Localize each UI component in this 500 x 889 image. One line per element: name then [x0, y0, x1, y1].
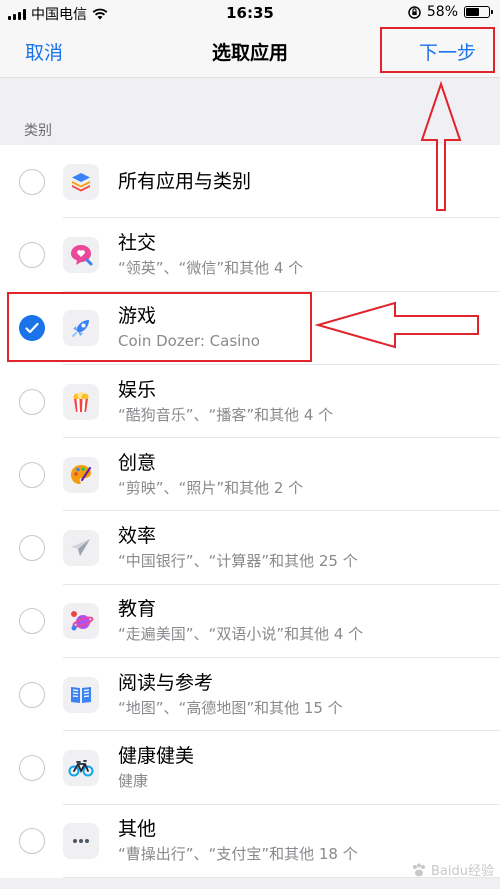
category-subtitle: “走遍美国”、“双语小说”和其他 4 个	[118, 625, 364, 644]
planet-icon	[63, 603, 99, 640]
radio-unchecked[interactable]	[19, 461, 45, 488]
category-row[interactable]: 效率 “中国银行”、“计算器”和其他 25 个	[0, 511, 500, 585]
annotation-box-game	[7, 292, 312, 362]
section-header: 类别	[0, 78, 500, 145]
bicycle-icon	[63, 750, 99, 787]
category-name: 所有应用与类别	[118, 170, 252, 193]
radio-unchecked[interactable]	[19, 168, 45, 195]
book-icon	[63, 676, 99, 713]
category-texts: 社交 “领英”、“微信”和其他 4 个	[118, 231, 490, 279]
category-name: 效率	[118, 525, 157, 548]
category-subtitle: 健康	[118, 772, 149, 791]
bottom-spacer	[0, 878, 500, 889]
paw-icon	[413, 863, 425, 876]
chat-heart-icon	[63, 236, 99, 273]
category-row[interactable]: 娱乐 “酷狗音乐”、“播客”和其他 4 个	[0, 365, 500, 439]
category-row[interactable]: 创意 “剪映”、“照片”和其他 2 个	[0, 438, 500, 512]
more-dots-icon	[63, 823, 99, 860]
category-texts: 教育 “走遍美国”、“双语小说”和其他 4 个	[118, 597, 490, 645]
category-texts: 阅读与参考 “地图”、“高德地图”和其他 15 个	[118, 671, 490, 719]
category-name: 教育	[118, 598, 157, 621]
radio-unchecked[interactable]	[19, 241, 45, 268]
category-texts: 创意 “剪映”、“照片”和其他 2 个	[118, 451, 490, 499]
orientation-lock-icon	[408, 5, 421, 19]
category-subtitle: “酷狗音乐”、“播客”和其他 4 个	[118, 405, 334, 424]
category-subtitle: “剪映”、“照片”和其他 2 个	[118, 478, 304, 497]
category-texts: 所有应用与类别	[118, 169, 490, 194]
radio-unchecked[interactable]	[19, 828, 45, 855]
category-row[interactable]: 教育 “走遍美国”、“双语小说”和其他 4 个	[0, 585, 500, 659]
popcorn-icon	[63, 383, 99, 420]
category-row[interactable]: 社交 “领英”、“微信”和其他 4 个	[0, 218, 500, 292]
category-list: 所有应用与类别 社交 “领英”、“微信”和其他 4 个游戏 Coin Dozer: C…	[0, 145, 500, 878]
category-name: 创意	[118, 451, 157, 474]
layers-icon	[63, 163, 99, 200]
category-subtitle: “地图”、“高德地图”和其他 15 个	[118, 698, 343, 717]
annotation-box-next	[380, 27, 495, 73]
category-row[interactable]: 健康健美 健康	[0, 731, 500, 805]
category-name: 其他	[118, 818, 157, 841]
radio-unchecked[interactable]	[19, 608, 45, 635]
category-name: 阅读与参考	[118, 671, 214, 694]
category-texts: 娱乐 “酷狗音乐”、“播客”和其他 4 个	[118, 378, 490, 426]
battery-icon	[464, 6, 493, 18]
radio-unchecked[interactable]	[19, 388, 45, 415]
category-subtitle: “领英”、“微信”和其他 4 个	[118, 258, 304, 277]
category-row[interactable]: 阅读与参考 “地图”、“高德地图”和其他 15 个	[0, 658, 500, 732]
section-label: 类别	[24, 123, 52, 139]
watermark-text: Baidu经验	[431, 864, 494, 879]
status-bar: 中国电信 16:35 58%	[0, 0, 500, 26]
watermark: Baidu经验	[411, 860, 494, 879]
category-name: 社交	[118, 231, 157, 254]
radio-unchecked[interactable]	[19, 755, 45, 782]
battery-percent: 58%	[426, 4, 458, 20]
category-subtitle: “中国银行”、“计算器”和其他 25 个	[118, 552, 358, 571]
status-right: 58%	[408, 4, 493, 20]
radio-unchecked[interactable]	[19, 535, 45, 562]
category-texts: 健康健美 健康	[118, 744, 490, 792]
category-texts: 效率 “中国银行”、“计算器”和其他 25 个	[118, 524, 490, 572]
category-name: 健康健美	[118, 745, 195, 768]
category-texts: 其他 “曹操出行”、“支付宝”和其他 18 个	[118, 817, 490, 865]
paper-plane-icon	[63, 530, 99, 567]
radio-unchecked[interactable]	[19, 681, 45, 708]
palette-icon	[63, 456, 99, 493]
category-row[interactable]: 所有应用与类别	[0, 145, 500, 219]
category-name: 娱乐	[118, 378, 157, 401]
